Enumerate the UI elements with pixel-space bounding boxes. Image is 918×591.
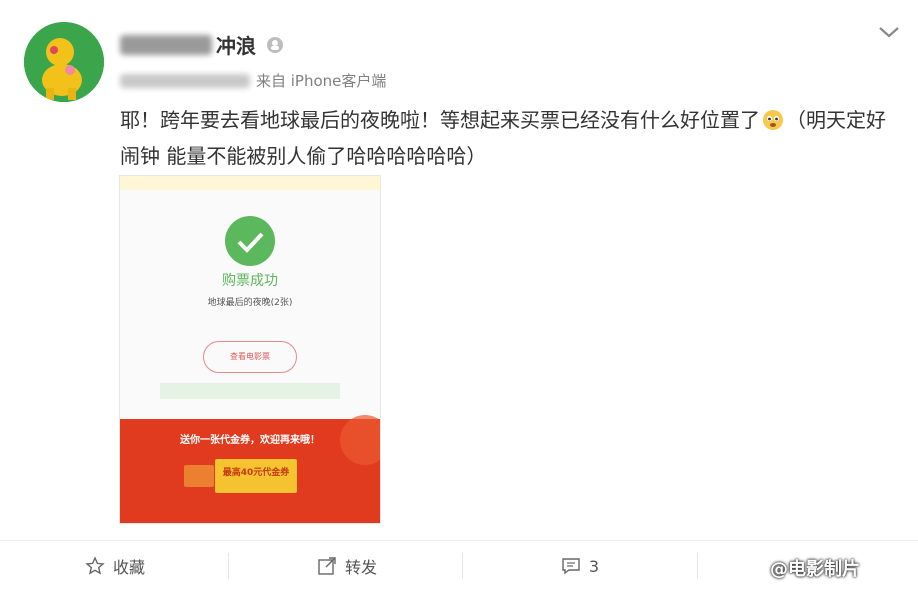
- username[interactable]: 冲浪: [120, 30, 284, 59]
- badge-icon: [267, 36, 283, 53]
- watermark: @电影制片: [770, 555, 860, 581]
- attached-image[interactable]: 购票成功 地球最后的夜晚(2张) 查看电影票 送你一张代金券，欢迎再来哦！ 最高…: [119, 175, 381, 524]
- comment-icon: [562, 558, 580, 575]
- watermark-text: @电影制片: [770, 559, 860, 580]
- coupon-title: 最高40元代金券: [222, 468, 290, 478]
- post-meta: 来自 iPhone客户端: [120, 70, 386, 91]
- energy-banner: [160, 383, 340, 399]
- avatar[interactable]: [24, 22, 104, 102]
- repost-button[interactable]: 转发: [262, 541, 432, 591]
- coupon-card: 最高40元代金券: [215, 459, 297, 493]
- success-check-icon: [225, 216, 275, 266]
- separator: [228, 553, 229, 579]
- crying-emoji-icon: [763, 110, 783, 130]
- chevron-down-icon[interactable]: [876, 22, 902, 42]
- star-icon: [85, 556, 105, 575]
- avatar-illustration: [24, 22, 104, 102]
- post-source: 来自 iPhone客户端: [256, 72, 387, 90]
- separator: [697, 553, 698, 579]
- repost-label: 转发: [344, 558, 377, 577]
- coupon-message: 送你一张代金券，欢迎再来哦！: [180, 435, 320, 446]
- coupon-banner: 送你一张代金券，欢迎再来哦！ 最高40元代金券: [120, 415, 380, 523]
- blurred-username: [120, 34, 212, 55]
- post-text: 耶！跨年要去看地球最后的夜晚啦！等想起来买票已经没有什么好位置了 （明天定好闹钟…: [120, 102, 900, 174]
- post-text-part1: 耶！跨年要去看地球最后的夜晚啦！等想起来买票已经没有什么好位置了: [120, 108, 760, 132]
- favorite-button[interactable]: 收藏: [30, 541, 200, 591]
- separator: [462, 553, 463, 579]
- share-icon: [318, 557, 336, 575]
- purchase-success-text: 购票成功: [222, 273, 278, 289]
- comment-button[interactable]: 3: [495, 541, 665, 591]
- username-text: 冲浪: [216, 34, 256, 58]
- notice-bar: [120, 176, 380, 190]
- view-order-button: 查看电影票: [203, 341, 297, 373]
- favorite-label: 收藏: [112, 558, 145, 577]
- ticket-name: 地球最后的夜晚(2张): [207, 298, 293, 308]
- blurred-timestamp: [120, 73, 250, 88]
- coupon-stub: [184, 465, 214, 487]
- comment-count: 3: [588, 556, 600, 576]
